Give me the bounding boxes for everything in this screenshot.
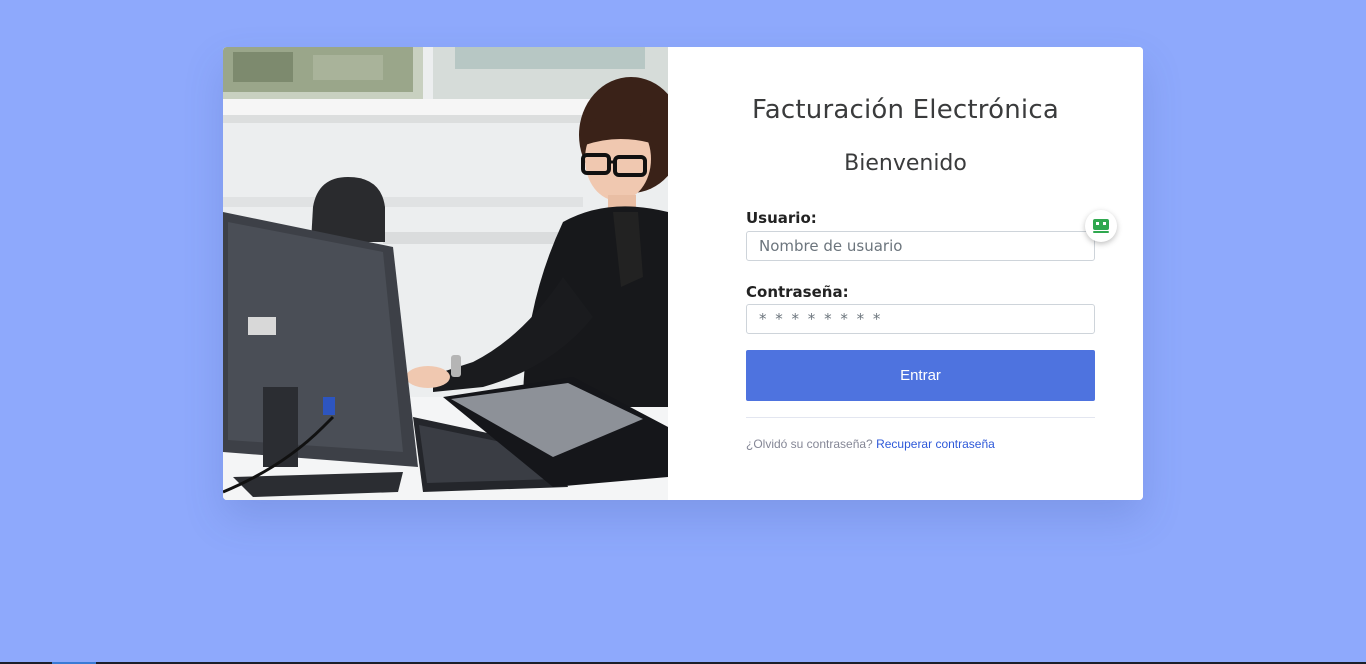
recover-password-link[interactable]: Recuperar contraseña [876, 437, 995, 451]
login-submit-button[interactable]: Entrar [746, 350, 1095, 401]
office-photo [223, 47, 668, 500]
password-manager-glyph [1093, 219, 1109, 233]
password-label: Contraseña: [746, 283, 849, 301]
username-input[interactable] [746, 231, 1095, 261]
form-divider [746, 417, 1095, 418]
office-worker-illustration [223, 47, 668, 500]
login-form-panel: Facturación Electrónica Bienvenido Usuar… [668, 47, 1143, 500]
welcome-heading: Bienvenido [844, 151, 967, 176]
app-title: Facturación Electrónica [752, 95, 1059, 125]
password-manager-icon[interactable] [1085, 210, 1117, 242]
username-label: Usuario: [746, 209, 817, 227]
forgot-password-row: ¿Olvidó su contraseña? Recuperar contras… [746, 437, 995, 451]
login-card: Facturación Electrónica Bienvenido Usuar… [223, 47, 1143, 500]
forgot-password-text: ¿Olvidó su contraseña? [746, 437, 873, 451]
password-input[interactable] [746, 304, 1095, 334]
